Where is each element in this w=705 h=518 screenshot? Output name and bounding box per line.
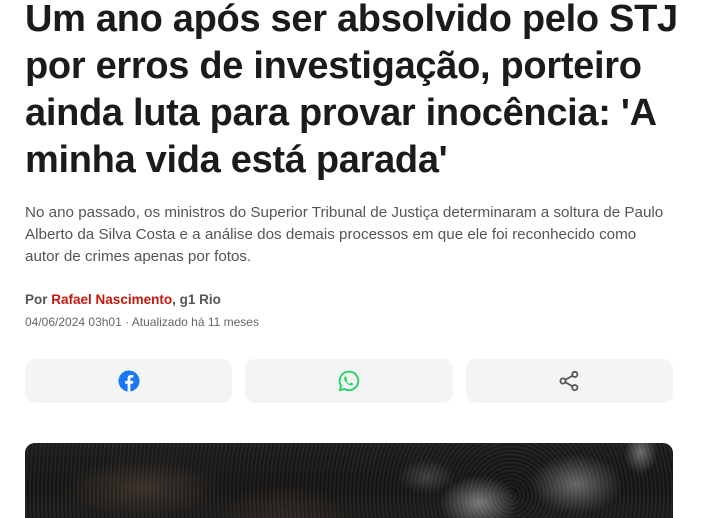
dateline: 04/06/2024 03h01 · Atualizado há 11 mese… <box>25 314 259 330</box>
article-headline: Um ano após ser absolvido pelo STJ por e… <box>25 0 678 184</box>
whatsapp-share-button[interactable] <box>245 359 453 403</box>
headline-line: Um ano após ser absolvido pelo STJ <box>25 0 678 40</box>
article-photo <box>25 443 673 518</box>
subtitle-line: Alberto da Silva Costa e a análise dos d… <box>25 226 637 243</box>
more-share-button[interactable] <box>465 359 673 403</box>
dateline-separator: · <box>125 315 130 329</box>
headline-line: minha vida está parada' <box>25 139 448 181</box>
photo-texture <box>25 443 673 518</box>
facebook-share-button[interactable] <box>25 359 233 403</box>
headline-line: ainda luta para provar inocência: 'A <box>25 92 657 134</box>
share-icon <box>559 370 579 392</box>
subtitle-line: No ano passado, os ministros do Superior… <box>25 204 664 221</box>
share-bar <box>25 359 673 403</box>
article-subtitle: No ano passado, os ministros do Superior… <box>25 202 663 268</box>
facebook-icon <box>118 370 140 392</box>
published-date: 04/06/2024 03h01 <box>25 315 122 329</box>
updated-date: Atualizado há 11 meses <box>131 315 259 329</box>
author-link[interactable]: Rafael Nascimento <box>51 292 172 307</box>
byline-separator: , <box>172 292 176 307</box>
byline-outlet: g1 Rio <box>179 292 221 307</box>
whatsapp-icon <box>338 370 360 392</box>
byline: Por Rafael Nascimento, g1 Rio <box>25 291 221 309</box>
byline-prefix: Por <box>25 292 48 307</box>
headline-line: por erros de investigação, porteiro <box>25 45 642 87</box>
subtitle-line: autor de crimes apenas por fotos. <box>25 248 252 265</box>
